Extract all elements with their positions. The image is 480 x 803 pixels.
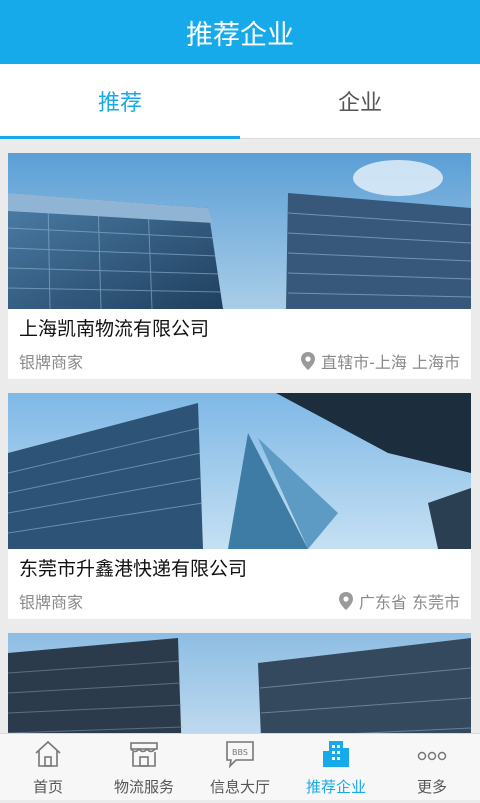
storefront-icon [130,742,158,767]
company-tier: 银牌商家 [19,593,84,612]
location-pin-icon [301,352,316,370]
nav-item-logistics[interactable]: 物流服务 [96,734,192,800]
company-card[interactable]: 上海凯南物流有限公司 银牌商家 直辖市-上海 上海市 [8,153,471,379]
nav-item-more[interactable]: 更多 [384,734,480,800]
tab-bar: 推荐 企业 [0,64,480,139]
building-icon [323,741,349,767]
company-name: 上海凯南物流有限公司 [19,318,210,340]
nav-label: 信息大厅 [209,778,270,796]
more-icon [417,751,447,761]
company-meta: 银牌商家 直辖市-上海 上海市 [8,343,471,379]
svg-text:BBS: BBS [232,748,248,757]
company-image [8,393,471,549]
company-tier: 银牌商家 [19,353,84,372]
nav-label: 首页 [32,778,63,796]
bottom-nav: 首页 物流服务 BBS 信息大厅 推荐企业 更多 [0,733,480,800]
company-image [8,153,471,309]
company-location: 直辖市-上海 上海市 [301,349,460,373]
company-list: 上海凯南物流有限公司 银牌商家 直辖市-上海 上海市 东莞市升鑫港快递有限公司 … [8,153,471,803]
company-name: 东莞市升鑫港快递有限公司 [19,558,248,580]
company-location: 广东省 东莞市 [338,589,460,613]
page-title: 推荐企业 [186,19,294,51]
nav-item-info-hall[interactable]: BBS 信息大厅 [192,734,288,800]
tab-enterprise[interactable]: 企业 [240,64,480,138]
company-location-text: 直辖市-上海 上海市 [321,353,460,372]
bbs-icon: BBS [226,741,254,769]
tab-recommended[interactable]: 推荐 [0,64,240,139]
app-header: 推荐企业 [0,0,480,64]
nav-label: 推荐企业 [305,778,366,796]
tab-label: 企业 [337,91,382,116]
home-icon [35,740,61,767]
tab-label: 推荐 [97,91,142,116]
location-pin-icon [338,592,353,610]
company-card[interactable]: 东莞市升鑫港快递有限公司 银牌商家 广东省 东莞市 [8,393,471,619]
nav-item-recommended[interactable]: 推荐企业 [288,734,384,800]
company-meta: 银牌商家 广东省 东莞市 [8,583,471,619]
nav-label: 更多 [416,778,447,796]
nav-label: 物流服务 [113,778,174,796]
company-location-text: 广东省 东莞市 [358,593,460,612]
nav-item-home[interactable]: 首页 [0,734,96,800]
